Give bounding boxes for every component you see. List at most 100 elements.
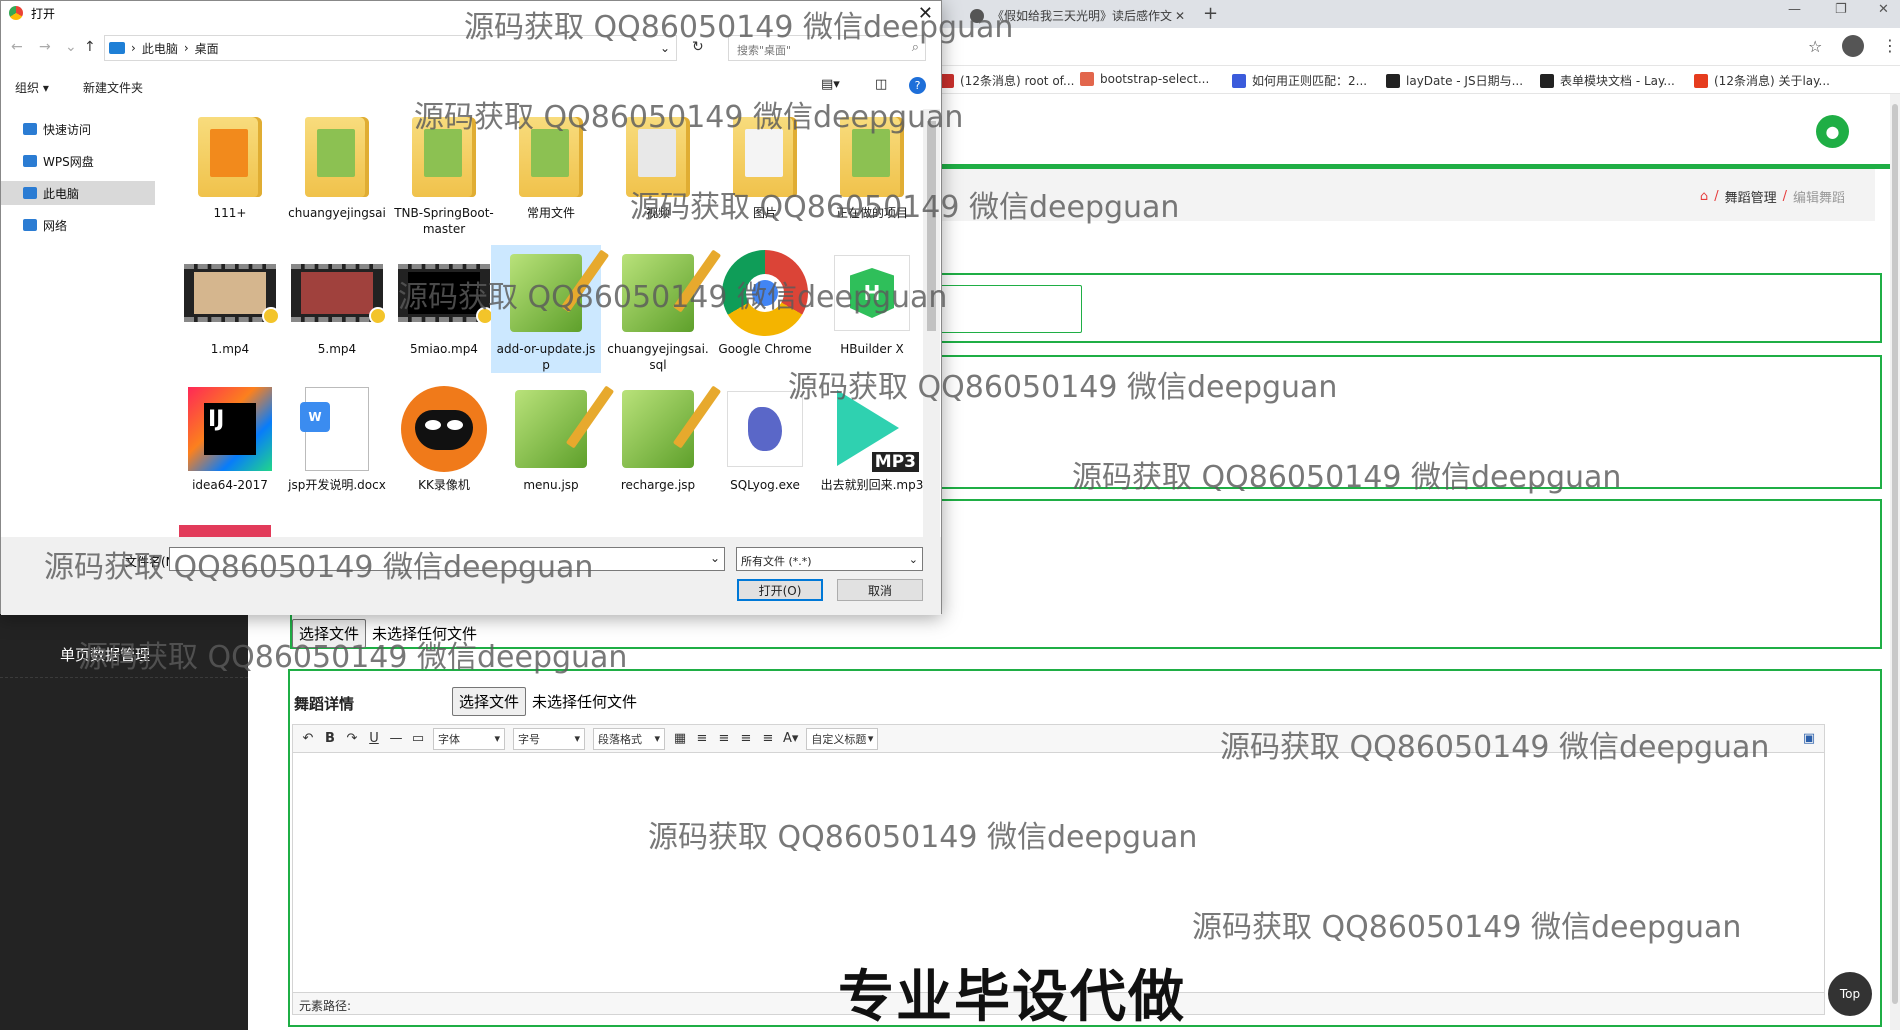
open-button[interactable]: 打开(O): [737, 579, 823, 601]
path-segment[interactable]: 桌面: [195, 40, 219, 57]
page-scrollbar[interactable]: [1890, 94, 1900, 1030]
refresh-icon[interactable]: ↻: [692, 39, 704, 55]
align-right-icon[interactable]: ≡: [739, 731, 753, 746]
browser-tab-title: 《假如给我三天光明》读后感作文: [992, 9, 1173, 23]
dialog-scrollbar-thumb[interactable]: [927, 121, 936, 331]
organize-button[interactable]: 组织 ▾: [15, 79, 49, 96]
bookmark-star-icon[interactable]: ☆: [1808, 37, 1822, 56]
search-icon[interactable]: ⌕: [912, 40, 919, 55]
restore-icon[interactable]: ❐: [1835, 2, 1847, 17]
filename-input[interactable]: ⌄: [169, 547, 725, 571]
bookmark-item[interactable]: 如何用正则匹配：2...: [1232, 72, 1367, 89]
nav-item-this-pc[interactable]: 此电脑: [1, 181, 155, 205]
underline-icon[interactable]: U: [367, 731, 381, 746]
minimize-icon[interactable]: —: [1788, 2, 1801, 17]
choose-file-button[interactable]: 选择文件: [452, 687, 527, 716]
file-item[interactable]: Google Chrome: [712, 245, 818, 357]
file-item[interactable]: 常用文件: [498, 109, 604, 221]
file-name: SQLyog.exe: [730, 478, 800, 492]
file-item[interactable]: H HBuilder X: [819, 245, 923, 357]
new-tab-button[interactable]: +: [1203, 3, 1218, 24]
undo-icon[interactable]: ↶: [301, 731, 315, 746]
sidebar-item-single-page[interactable]: 单页数据管理: [0, 632, 248, 678]
view-options-icon[interactable]: ▤▾: [821, 77, 840, 92]
bookmark-item[interactable]: (12条消息) 关于lay...: [1694, 72, 1830, 89]
table-icon[interactable]: ▦: [673, 731, 687, 746]
chevron-down-icon: ▾: [574, 732, 580, 745]
bookmark-label: layDate - JS日期与...: [1406, 74, 1524, 88]
bold-icon[interactable]: B: [323, 731, 337, 746]
file-item[interactable]: KK录像机: [391, 381, 497, 493]
close-window-icon[interactable]: ✕: [1878, 2, 1889, 17]
file-item[interactable]: 111+: [177, 109, 283, 221]
chevron-down-icon[interactable]: ⌄: [710, 551, 720, 565]
file-item[interactable]: 5miao.mp4: [391, 245, 497, 357]
nav-item-network[interactable]: 网络: [1, 213, 155, 237]
redo-icon[interactable]: ↷: [345, 731, 359, 746]
chevron-down-icon[interactable]: ⌄: [65, 39, 77, 55]
browser-tab[interactable]: 《假如给我三天光明》读后感作文 ✕: [960, 3, 1195, 28]
back-to-top-button[interactable]: Top: [1828, 972, 1872, 1016]
file-name: idea64-2017: [192, 478, 268, 492]
file-item[interactable]: chuangyejingsai.sql: [605, 245, 722, 373]
nav-item-quick-access[interactable]: 快速访问: [1, 117, 155, 141]
choose-file-button[interactable]: 选择文件: [292, 619, 367, 648]
up-arrow-icon[interactable]: ↑: [84, 39, 96, 55]
justify-icon[interactable]: ≡: [761, 731, 775, 746]
paragraph-select[interactable]: 段落格式 ▾: [593, 727, 665, 750]
preview-pane-icon[interactable]: ◫: [875, 77, 887, 92]
path-box[interactable]: › 此电脑 › 桌面 ⌄: [104, 35, 677, 61]
file-item[interactable]: TNB-SpringBoot-master: [391, 109, 497, 237]
back-arrow-icon[interactable]: ←: [11, 39, 23, 55]
close-icon[interactable]: ✕: [918, 3, 933, 24]
font-color-icon[interactable]: A▾: [783, 731, 798, 746]
new-folder-button[interactable]: 新建文件夹: [83, 79, 143, 96]
user-icon[interactable]: ●: [1816, 115, 1849, 148]
forward-arrow-icon[interactable]: →: [39, 39, 51, 55]
file-item[interactable]: chuangyejingsai: [284, 109, 390, 221]
chevron-down-icon[interactable]: ⌄: [660, 41, 670, 55]
breadcrumb-module[interactable]: 舞蹈管理: [1725, 187, 1777, 206]
fullscreen-icon[interactable]: ▣: [1802, 731, 1816, 746]
help-icon[interactable]: ?: [909, 77, 926, 94]
menu-dots-icon[interactable]: ⋮: [1882, 36, 1898, 55]
bookmark-item[interactable]: bootstrap-select...: [1080, 72, 1209, 86]
bookmark-item[interactable]: (12条消息) root of...: [940, 72, 1074, 89]
font-family-select[interactable]: 字体 ▾: [433, 727, 505, 750]
search-input[interactable]: 搜索"桌面" ⌕: [728, 35, 926, 61]
file-item-selected[interactable]: add-or-update.jsp: [491, 245, 610, 373]
page-scrollbar-thumb[interactable]: [1892, 104, 1898, 1004]
file-item[interactable]: MP3 出去就别回来.mp3: [819, 381, 923, 493]
file-item[interactable]: IJ idea64-2017: [177, 381, 283, 493]
cancel-button[interactable]: 取消: [837, 579, 923, 601]
dialog-scrollbar[interactable]: [923, 109, 940, 537]
path-segment[interactable]: 此电脑: [142, 40, 178, 57]
file-item[interactable]: SQLyog.exe: [712, 381, 818, 493]
file-item[interactable]: 正在做的项目: [819, 109, 923, 221]
file-name: HBuilder X: [840, 342, 904, 356]
font-size-select[interactable]: 字号 ▾: [513, 727, 585, 750]
profile-avatar[interactable]: [1842, 35, 1864, 57]
file-item[interactable]: menu.jsp: [498, 381, 615, 493]
home-icon[interactable]: ⌂: [1700, 189, 1708, 204]
close-tab-icon[interactable]: ✕: [1175, 9, 1185, 23]
bookmark-item[interactable]: 表单模块文档 - Lay...: [1540, 72, 1675, 89]
chevron-down-icon: ⌄: [908, 553, 918, 566]
github-icon: [970, 8, 984, 23]
clear-format-icon[interactable]: ▭: [411, 731, 425, 746]
file-item[interactable]: 视频: [605, 109, 711, 221]
file-item[interactable]: recharge.jsp: [605, 381, 722, 493]
filetype-value: 所有文件 (*.*): [741, 555, 812, 568]
nav-item-wps-drive[interactable]: WPS网盘: [1, 149, 155, 173]
file-item[interactable]: 1.mp4: [177, 245, 283, 357]
bookmark-item[interactable]: layDate - JS日期与...: [1386, 72, 1523, 89]
align-left-icon[interactable]: ≡: [695, 731, 709, 746]
hr-icon[interactable]: —: [389, 731, 403, 746]
search-placeholder: 搜索"桌面": [737, 44, 792, 57]
custom-title-select[interactable]: 自定义标题 ▾: [806, 727, 879, 750]
file-item[interactable]: 5.mp4: [284, 245, 390, 357]
file-item[interactable]: 图片: [712, 109, 818, 221]
filetype-select[interactable]: 所有文件 (*.*) ⌄: [736, 547, 923, 571]
align-center-icon[interactable]: ≡: [717, 731, 731, 746]
file-item[interactable]: Wjsp开发说明.docx: [284, 381, 390, 493]
